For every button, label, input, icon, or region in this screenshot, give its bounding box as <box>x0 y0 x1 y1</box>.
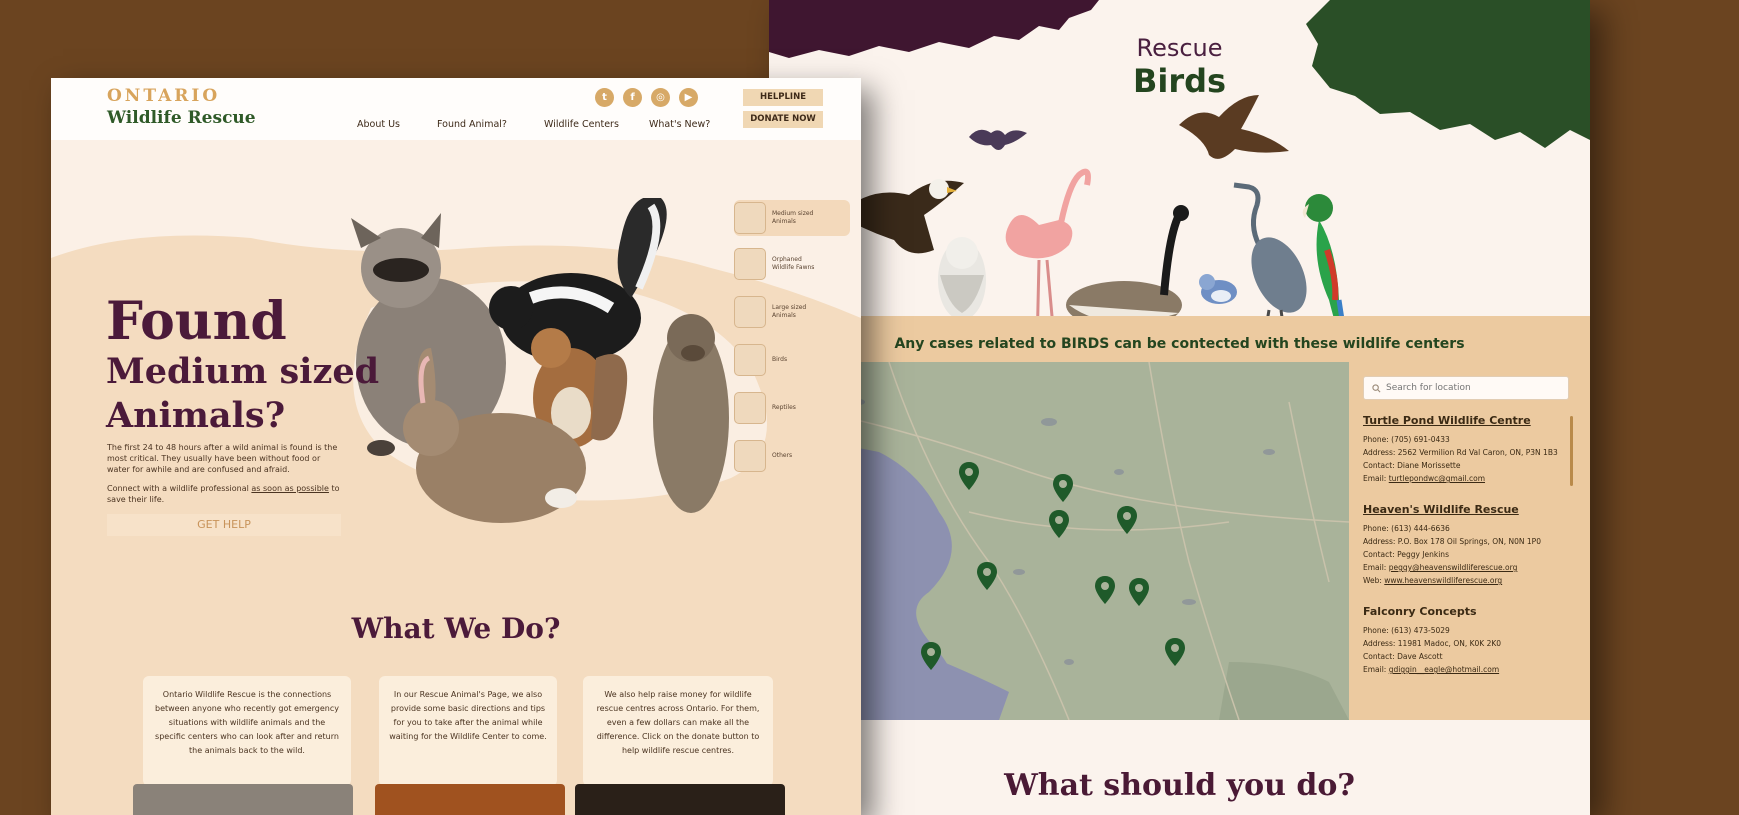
nav-found-animal[interactable]: Found Animal? <box>437 119 507 130</box>
bluejay-icon <box>1199 274 1237 304</box>
location-item: Falconry Concepts Phone: (613) 473-5029 … <box>1363 605 1569 676</box>
logo-wildlife-rescue[interactable]: Wildlife Rescue <box>107 108 256 128</box>
instagram-icon[interactable]: ◎ <box>651 88 670 107</box>
location-name-link[interactable]: Heaven's Wildlife Rescue <box>1363 503 1569 516</box>
location-contact: Contact: Dave Ascott <box>1363 652 1443 661</box>
helpline-button[interactable]: HELPLINE <box>743 89 823 106</box>
category-thumbnail <box>734 248 766 280</box>
home-page-mockup: ONTARIO Wildlife Rescue About Us Found A… <box>51 78 861 815</box>
location-web-label: Web: <box>1363 576 1382 585</box>
location-name-link[interactable]: Turtle Pond Wildlife Centre <box>1363 414 1569 427</box>
nav-whats-new[interactable]: What's New? <box>649 119 710 130</box>
locations-panel: Turtle Pond Wildlife Centre Phone: (705)… <box>1363 362 1573 714</box>
location-item: Turtle Pond Wildlife Centre Phone: (705)… <box>1363 414 1569 485</box>
info-card: We also help raise money for wildlife re… <box>583 676 773 786</box>
connect-text-pre: Connect with a wildlife professional <box>107 484 252 493</box>
location-address: Address: P.O. Box 178 Oil Springs, ON, N… <box>1363 537 1541 546</box>
map-pin-icon[interactable] <box>1095 576 1115 604</box>
hero-connect-text: Connect with a wildlife professional as … <box>107 483 342 505</box>
locations-scrollbar[interactable] <box>1570 416 1573 486</box>
category-thumbnail <box>734 202 766 234</box>
category-label: Orphaned Wildlife Fawns <box>772 256 815 271</box>
category-large-animals[interactable]: Large sized Animals <box>734 294 850 330</box>
asap-link[interactable]: as soon as possible <box>251 484 329 493</box>
location-email-label: Email: <box>1363 563 1387 572</box>
category-thumbnail <box>734 344 766 376</box>
nav-wildlife-centers[interactable]: Wildlife Centers <box>544 119 619 130</box>
groundhog-icon <box>653 314 729 513</box>
birds-caption: Any cases related to BIRDS can be contec… <box>894 336 1465 352</box>
falcon-icon <box>1179 95 1289 159</box>
category-thumbnail <box>734 392 766 424</box>
map-pin-icon[interactable] <box>921 642 941 670</box>
owl-icon <box>938 237 986 320</box>
location-email-link[interactable]: gdiggin__eagle@hotmail.com <box>1389 665 1499 674</box>
logo-ontario[interactable]: ONTARIO <box>107 86 220 106</box>
what-we-do-title: What We Do? <box>351 612 561 645</box>
wildlife-photo <box>575 784 785 815</box>
category-thumbnail <box>734 296 766 328</box>
category-label: Medium sized Animals <box>772 210 814 225</box>
hero-title: Found <box>106 291 287 352</box>
map-pin-icon[interactable] <box>1117 506 1137 534</box>
location-phone: Phone: (613) 444-6636 <box>1363 524 1450 533</box>
get-help-button[interactable]: GET HELP <box>107 514 341 536</box>
info-card-text: We also help raise money for wildlife re… <box>596 690 760 755</box>
category-thumbnail <box>734 440 766 472</box>
category-birds[interactable]: Birds <box>734 342 850 378</box>
info-card-text: In our Rescue Animal's Page, we also pro… <box>389 690 547 741</box>
map-pin-icon[interactable] <box>977 562 997 590</box>
location-email-link[interactable]: turtlepondwc@gmail.com <box>1389 474 1485 483</box>
info-card-text: Ontario Wildlife Rescue is the connectio… <box>154 690 340 755</box>
locations-list: Turtle Pond Wildlife Centre Phone: (705)… <box>1363 414 1569 704</box>
location-phone: Phone: (705) 691-0433 <box>1363 435 1450 444</box>
nav-about-us[interactable]: About Us <box>357 119 400 130</box>
location-address: Address: 11981 Madoc, ON, K0K 2K0 <box>1363 639 1502 648</box>
map-pin-icon[interactable] <box>1129 578 1149 606</box>
location-phone: Phone: (613) 473-5029 <box>1363 626 1450 635</box>
map-pin-icon[interactable] <box>1165 638 1185 666</box>
location-item: Heaven's Wildlife Rescue Phone: (613) 44… <box>1363 503 1569 587</box>
skunk-icon <box>489 198 667 363</box>
info-card: In our Rescue Animal's Page, we also pro… <box>379 676 557 786</box>
category-label: Birds <box>772 356 788 363</box>
twitter-icon[interactable]: t <box>595 88 614 107</box>
location-web-link[interactable]: www.heavenswildliferescue.org <box>1384 576 1502 585</box>
location-address: Address: 2562 Vermilion Rd Val Caron, ON… <box>1363 448 1558 457</box>
location-search[interactable] <box>1363 376 1569 400</box>
location-contact: Contact: Diane Morissette <box>1363 461 1461 470</box>
location-search-input[interactable] <box>1386 383 1556 393</box>
map-pin-icon[interactable] <box>1049 510 1069 538</box>
youtube-icon[interactable]: ▶ <box>679 88 698 107</box>
map-pin-icon[interactable] <box>1053 474 1073 502</box>
location-email-label: Email: <box>1363 665 1387 674</box>
category-others[interactable]: Others <box>734 438 850 474</box>
location-name-link[interactable]: Falconry Concepts <box>1363 605 1569 618</box>
category-label: Others <box>772 452 793 459</box>
category-label: Reptiles <box>772 404 796 411</box>
bat-icon <box>969 129 1027 150</box>
location-email-label: Email: <box>1363 474 1387 483</box>
category-reptiles[interactable]: Reptiles <box>734 390 850 426</box>
what-should-you-do-title: What should you do? <box>1004 768 1355 803</box>
site-header: ONTARIO Wildlife Rescue About Us Found A… <box>51 78 861 140</box>
category-medium-animals[interactable]: Medium sized Animals <box>734 200 850 236</box>
birds-page-mockup: Rescue Birds Any cases related to BIRDS … <box>769 0 1590 815</box>
category-orphaned-fawns[interactable]: Orphaned Wildlife Fawns <box>734 246 850 282</box>
hero-subtitle: Medium sized Animals? <box>106 351 380 436</box>
donate-now-button[interactable]: DONATE NOW <box>743 111 823 128</box>
location-email-link[interactable]: peggy@heavenswildliferescue.org <box>1389 563 1518 572</box>
hero-paragraph: The first 24 to 48 hours after a wild an… <box>107 443 338 474</box>
map-pin-icon[interactable] <box>959 462 979 490</box>
wildlife-photo <box>133 784 353 815</box>
search-icon <box>1372 383 1381 392</box>
goose-icon <box>1066 205 1189 329</box>
info-card: Ontario Wildlife Rescue is the connectio… <box>143 676 351 786</box>
category-label: Large sized Animals <box>772 304 807 319</box>
location-contact: Contact: Peggy Jenkins <box>1363 550 1449 559</box>
wildlife-photo <box>375 784 565 815</box>
facebook-icon[interactable]: f <box>623 88 642 107</box>
birds-pre-title: Rescue <box>1136 34 1223 62</box>
